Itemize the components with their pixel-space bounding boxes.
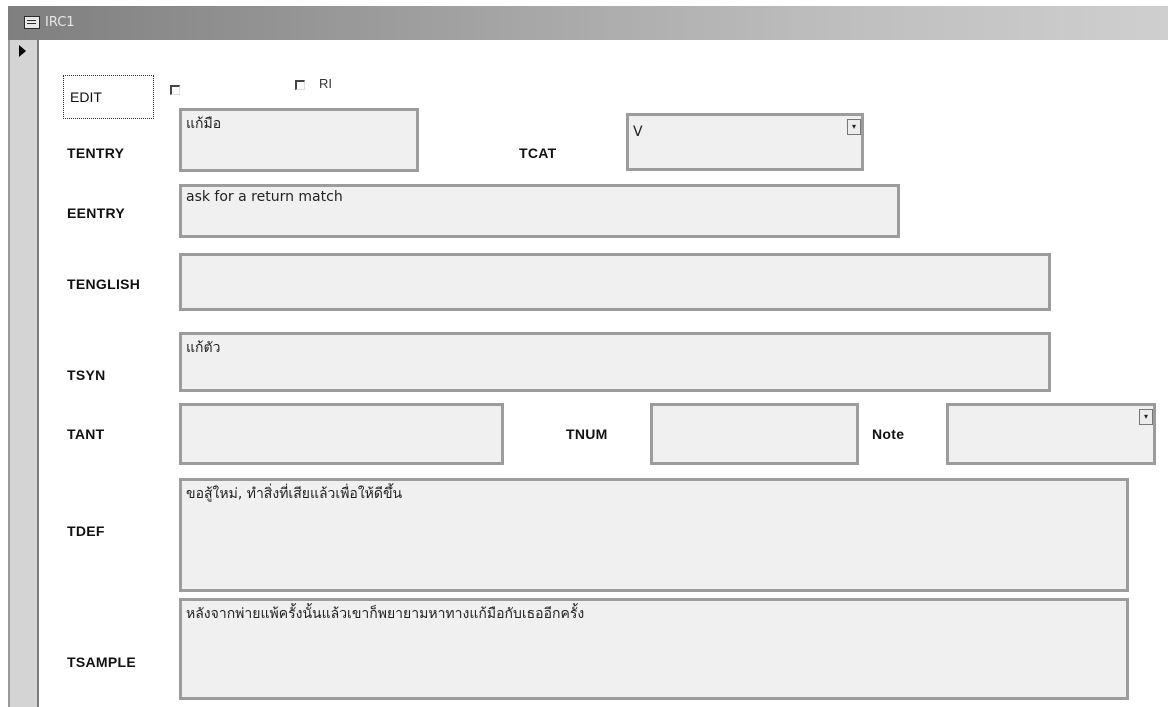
note-combobox[interactable]: ▾ xyxy=(946,403,1156,465)
tenglish-label: TENGLISH xyxy=(67,276,141,292)
tdef-label: TDEF xyxy=(67,523,105,539)
tnum-field[interactable] xyxy=(650,403,859,465)
record-selector[interactable] xyxy=(10,40,39,707)
edit-label: EDIT xyxy=(70,89,102,105)
tcat-combobox[interactable]: V ▾ xyxy=(626,113,864,171)
tnum-label: TNUM xyxy=(566,426,608,442)
edit-toggle-button[interactable]: EDIT xyxy=(63,75,154,119)
current-record-arrow-icon xyxy=(19,45,26,57)
window-title: IRC1 xyxy=(45,15,75,30)
tentry-field[interactable]: แก้มือ xyxy=(179,108,419,172)
edit-checkbox[interactable] xyxy=(170,85,180,95)
eentry-label: EENTRY xyxy=(67,205,126,221)
tenglish-field[interactable] xyxy=(179,253,1051,311)
tsyn-field[interactable]: แก้ตัว xyxy=(179,332,1051,392)
tdef-field[interactable]: ขอสู้ใหม่, ทำสิ่งที่เสียแล้วเพื่อให้ดีขึ… xyxy=(179,478,1129,592)
form-window-icon[interactable] xyxy=(24,16,40,29)
tsample-field[interactable]: หลังจากพ่ายแพ้ครั้งนั้นแล้วเขาก็พยายามหา… xyxy=(179,598,1129,700)
tsample-label: TSAMPLE xyxy=(67,654,136,670)
tant-field[interactable] xyxy=(179,403,504,465)
window-titlebar[interactable]: IRC1 xyxy=(8,6,1168,40)
ri-checkbox-label: RI xyxy=(319,76,332,91)
dropdown-arrow-icon[interactable]: ▾ xyxy=(1139,409,1153,425)
note-label: Note xyxy=(872,426,905,442)
tcat-label: TCAT xyxy=(519,145,557,161)
tant-label: TANT xyxy=(67,426,105,442)
tcat-value: V xyxy=(633,124,643,140)
tentry-label: TENTRY xyxy=(67,145,125,161)
ri-checkbox[interactable] xyxy=(295,80,305,90)
eentry-field[interactable]: ask for a return match xyxy=(179,184,900,238)
dropdown-arrow-icon[interactable]: ▾ xyxy=(847,119,861,135)
tsyn-label: TSYN xyxy=(67,367,106,383)
